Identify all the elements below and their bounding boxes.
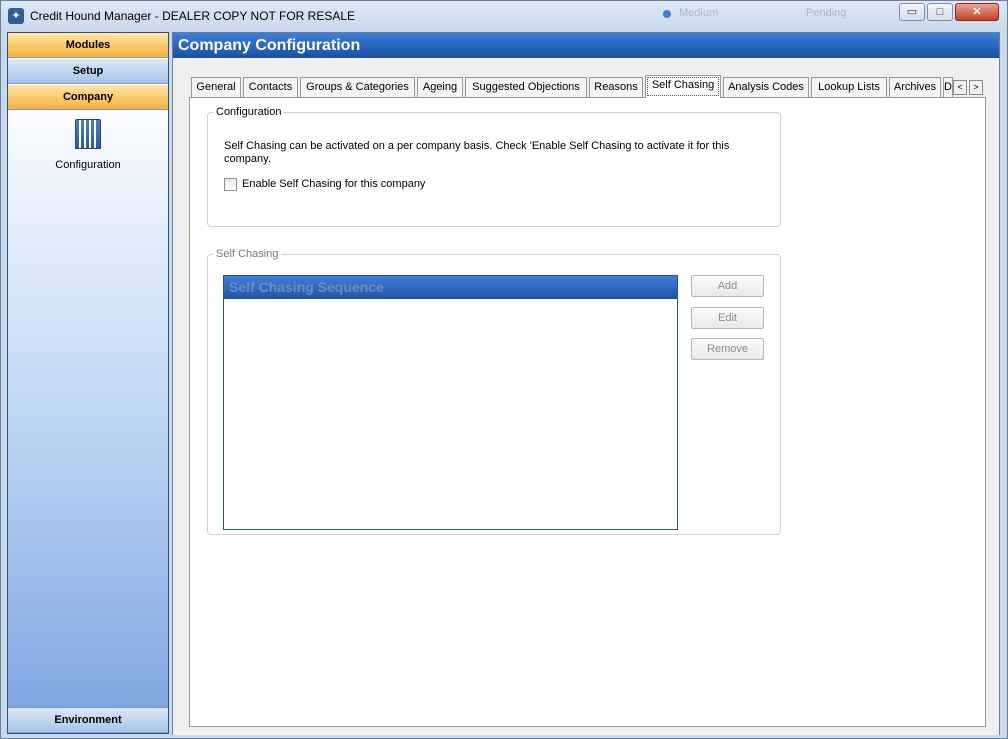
tab-self-chasing[interactable]: Self Chasing <box>645 75 721 98</box>
configuration-legend: Configuration <box>216 106 282 118</box>
configuration-group: Configuration Self Chasing can be activa… <box>207 106 781 227</box>
sidebar-item-configuration[interactable]: Configuration <box>8 119 168 171</box>
background-status-text: Pending <box>806 7 847 19</box>
configuration-description: Self Chasing can be activated on a per c… <box>224 140 730 165</box>
close-button[interactable]: ✕ <box>955 3 999 21</box>
enable-self-chasing-label[interactable]: Enable Self Chasing for this company <box>242 178 425 190</box>
enable-self-chasing-checkbox[interactable] <box>224 178 237 191</box>
modules-header[interactable]: Modules <box>8 33 168 58</box>
setup-header[interactable]: Setup <box>8 59 168 84</box>
self-chasing-group: Self Chasing Self Chasing Sequence Add E… <box>207 248 781 535</box>
self-chasing-sequence-list[interactable]: Self Chasing Sequence <box>223 275 678 530</box>
tab-truncated[interactable]: D <box>943 77 953 97</box>
sidebar-item-label: Configuration <box>55 159 121 171</box>
tab-general[interactable]: General <box>191 77 241 97</box>
minimize-button[interactable]: ▭ <box>899 3 925 21</box>
tab-groups-categories[interactable]: Groups & Categories <box>300 77 415 97</box>
tab-lookup-lists[interactable]: Lookup Lists <box>811 77 887 97</box>
tab-archives[interactable]: Archives <box>889 77 941 97</box>
tab-contacts[interactable]: Contacts <box>243 77 298 97</box>
main-panel: Company Configuration General Contacts G… <box>172 32 1000 735</box>
remove-button[interactable]: Remove <box>691 338 764 360</box>
tab-reasons[interactable]: Reasons <box>589 77 643 97</box>
self-chasing-legend: Self Chasing <box>216 248 279 260</box>
company-header[interactable]: Company <box>8 85 168 110</box>
add-button[interactable]: Add <box>691 275 764 297</box>
sidebar: Modules Setup Company Configuration Envi… <box>7 32 169 734</box>
page-title: Company Configuration <box>173 33 999 58</box>
tab-scroll-left-button[interactable]: < <box>953 80 967 95</box>
status-dot-icon <box>663 10 671 18</box>
background-priority-text: Medium <box>679 7 719 19</box>
window-title: Credit Hound Manager - DEALER COPY NOT F… <box>30 9 356 23</box>
list-column-header: Self Chasing Sequence <box>224 276 677 299</box>
app-window: ✦ Credit Hound Manager - DEALER COPY NOT… <box>0 0 1008 739</box>
tab-scroll-right-button[interactable]: > <box>969 80 983 95</box>
environment-header[interactable]: Environment <box>8 707 168 732</box>
tab-suggested-objections[interactable]: Suggested Objections <box>465 77 587 97</box>
self-chasing-panel: Configuration Self Chasing can be activa… <box>189 97 986 727</box>
app-logo-icon: ✦ <box>8 8 24 24</box>
tabs-area: General Contacts Groups & Categories Age… <box>173 58 999 735</box>
tab-ageing[interactable]: Ageing <box>417 77 463 97</box>
maximize-button[interactable]: □ <box>927 3 953 21</box>
title-bar: ✦ Credit Hound Manager - DEALER COPY NOT… <box>1 1 1007 31</box>
building-icon <box>75 119 101 149</box>
edit-button[interactable]: Edit <box>691 307 764 329</box>
tab-analysis-codes[interactable]: Analysis Codes <box>723 77 809 97</box>
